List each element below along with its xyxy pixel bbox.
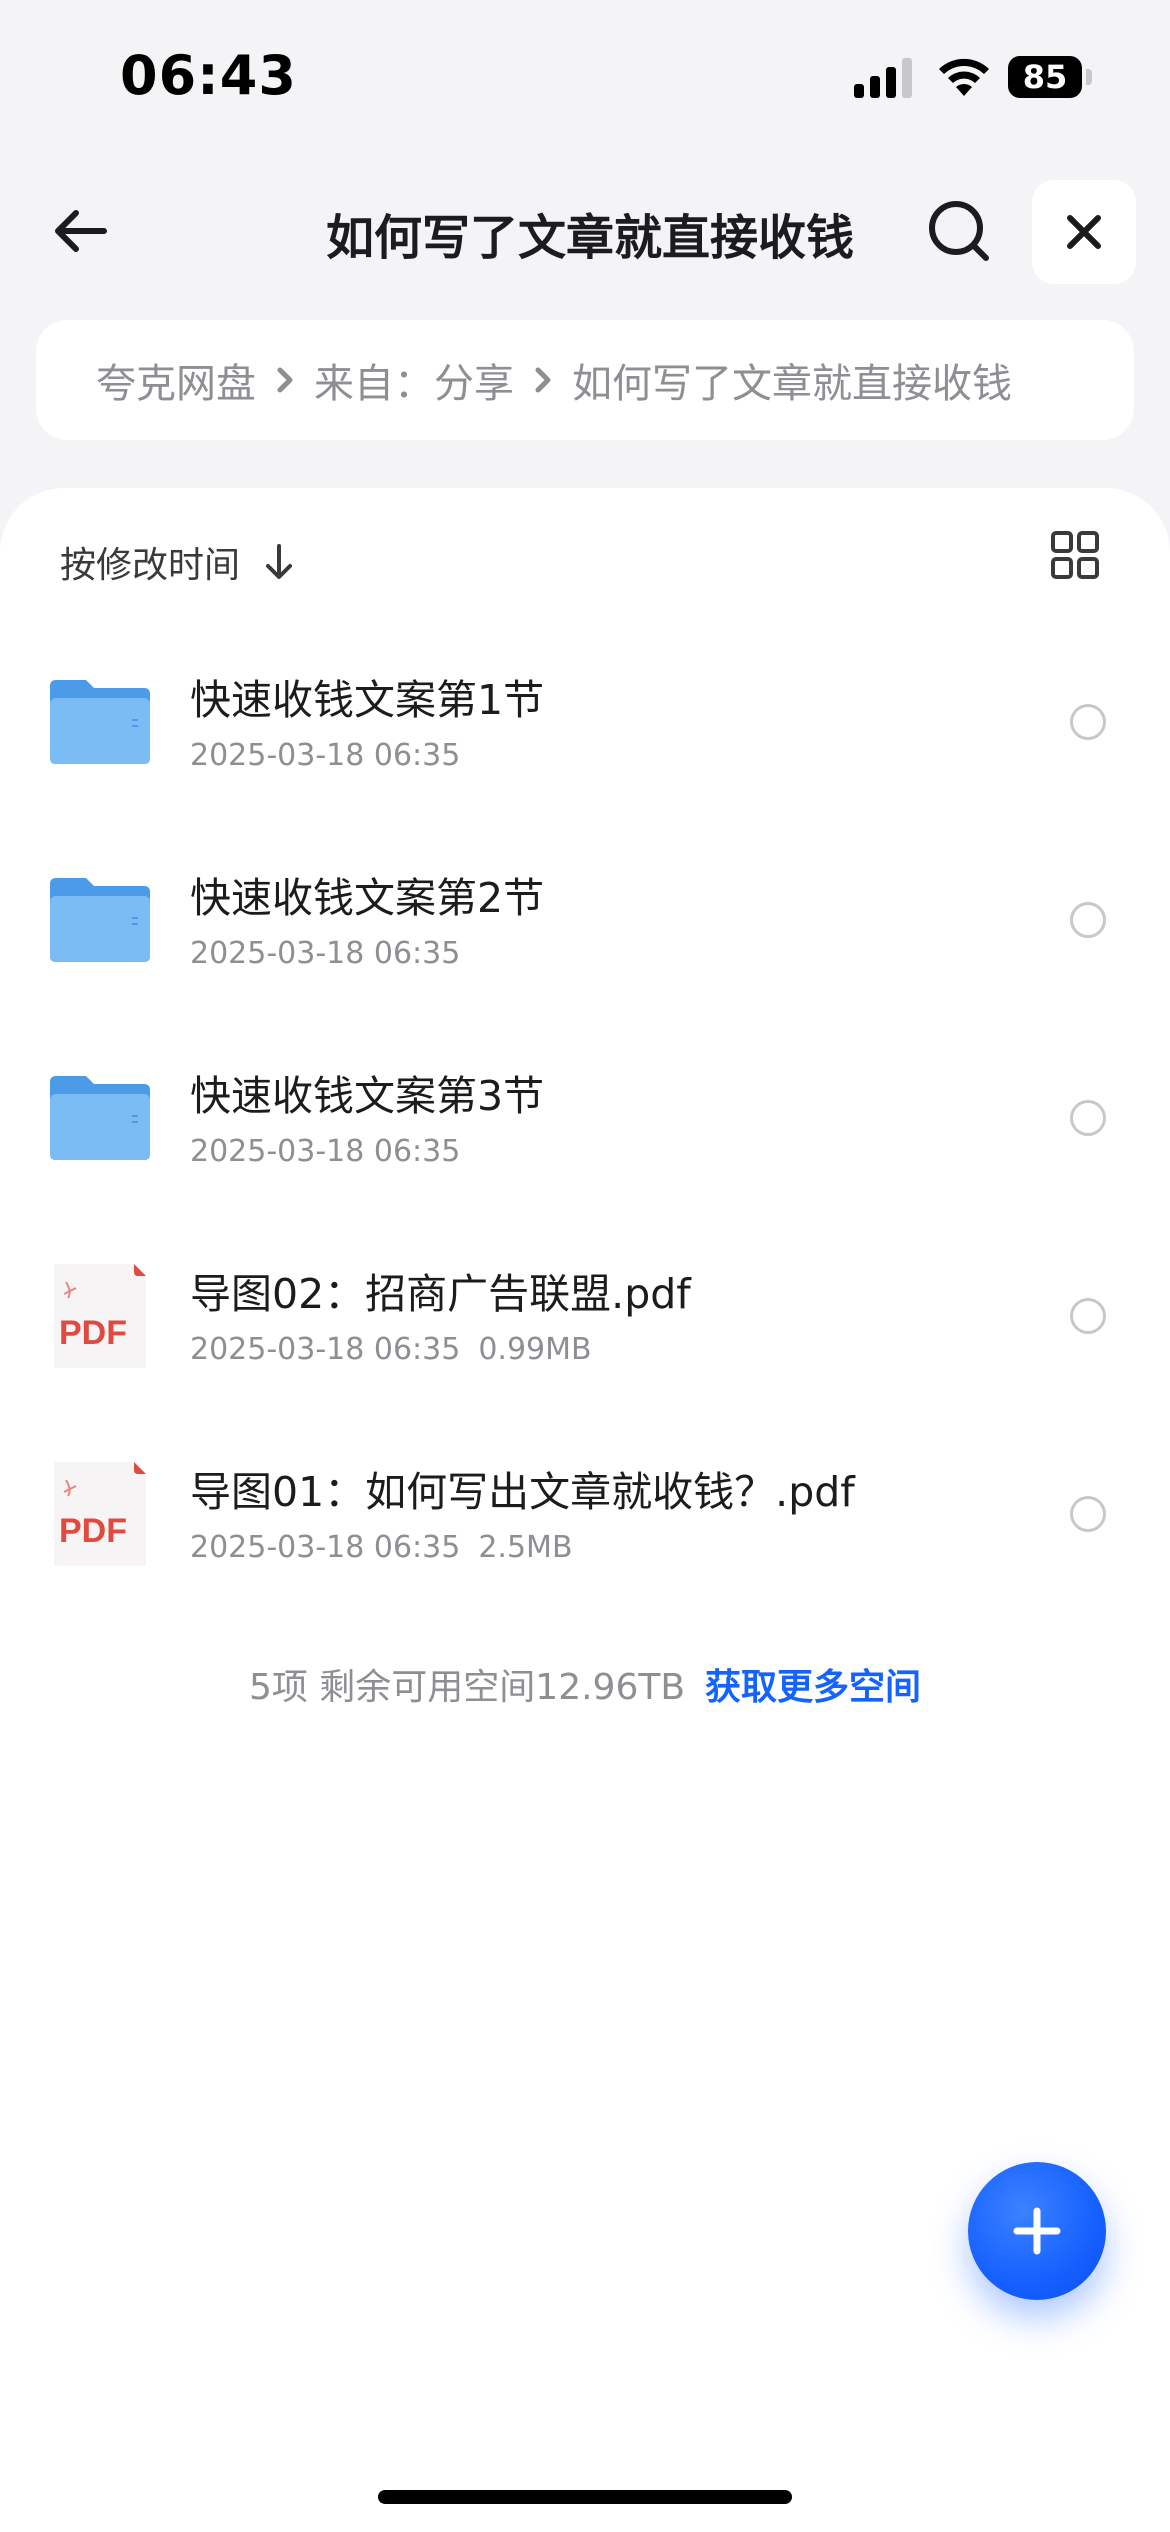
file-date: 2025-03-18 06:35 bbox=[190, 1332, 461, 1367]
select-radio[interactable] bbox=[1070, 704, 1106, 740]
file-name: 导图01：如何写出文章就收钱？.pdf bbox=[190, 1468, 855, 1516]
battery-level: 85 bbox=[1008, 56, 1082, 98]
file-date: 2025-03-18 06:35 bbox=[190, 1530, 461, 1565]
pdf-label: PDF bbox=[59, 1512, 127, 1550]
grid-view-icon[interactable] bbox=[1050, 530, 1100, 580]
status-time: 06:43 bbox=[120, 44, 297, 107]
file-row[interactable]: PDF 导图02：招商广告联盟.pdf 2025-03-18 06:35 0.99… bbox=[0, 1230, 1170, 1428]
nav-bar: 如何写了文章就直接收钱 bbox=[0, 170, 1170, 290]
breadcrumb-item-share[interactable]: 来自：分享 bbox=[314, 351, 514, 409]
file-size: 0.99MB bbox=[478, 1332, 592, 1367]
folder-icon bbox=[50, 680, 150, 764]
breadcrumb: 夸克网盘 来自：分享 如何写了文章就直接收钱 bbox=[36, 320, 1134, 440]
file-date: 2025-03-18 06:35 bbox=[190, 1134, 461, 1169]
sort-label: 按修改时间 bbox=[60, 545, 241, 586]
battery-cap bbox=[1086, 69, 1092, 85]
file-size: 2.5MB bbox=[478, 1530, 573, 1565]
search-icon[interactable] bbox=[924, 196, 994, 266]
chevron-right-icon bbox=[535, 367, 551, 393]
file-row[interactable]: 快速收钱文案第3节 2025-03-18 06:35 bbox=[0, 1032, 1170, 1230]
arrow-left-icon[interactable] bbox=[46, 196, 116, 266]
status-bar: 06:43 85 bbox=[0, 0, 1170, 150]
storage-summary-text: 5项 剩余可用空间12.96TB bbox=[248, 1667, 686, 1708]
file-meta: 2025-03-18 06:35 bbox=[190, 738, 460, 773]
file-name: 快速收钱文案第1节 bbox=[190, 676, 545, 724]
select-radio[interactable] bbox=[1070, 1298, 1106, 1334]
breadcrumb-item-root[interactable]: 夸克网盘 bbox=[96, 351, 256, 409]
folder-icon bbox=[50, 1076, 150, 1160]
add-button[interactable] bbox=[968, 2162, 1106, 2300]
battery-icon: 85 bbox=[1008, 56, 1092, 98]
file-name: 快速收钱文案第2节 bbox=[190, 874, 545, 922]
chevron-right-icon bbox=[277, 367, 293, 393]
get-more-space-link[interactable]: 获取更多空间 bbox=[705, 1667, 921, 1708]
file-name: 快速收钱文案第3节 bbox=[190, 1072, 545, 1120]
select-radio[interactable] bbox=[1070, 1496, 1106, 1532]
file-meta: 2025-03-18 06:35 0.99MB bbox=[190, 1332, 592, 1367]
file-date: 2025-03-18 06:35 bbox=[190, 936, 461, 971]
file-name: 导图02：招商广告联盟.pdf bbox=[190, 1270, 691, 1318]
breadcrumb-item-current: 如何写了文章就直接收钱 bbox=[572, 361, 1012, 407]
close-button[interactable] bbox=[1032, 180, 1136, 284]
pdf-file-icon: PDF bbox=[54, 1462, 146, 1566]
file-meta: 2025-03-18 06:35 2.5MB bbox=[190, 1530, 573, 1565]
pdf-file-icon: PDF bbox=[54, 1264, 146, 1368]
cellular-signal-icon bbox=[854, 58, 912, 98]
select-radio[interactable] bbox=[1070, 1100, 1106, 1136]
plus-icon bbox=[1013, 2207, 1061, 2255]
file-row[interactable]: PDF 导图01：如何写出文章就收钱？.pdf 2025-03-18 06:35… bbox=[0, 1428, 1170, 1626]
close-icon bbox=[1067, 215, 1101, 249]
file-row[interactable]: 快速收钱文案第1节 2025-03-18 06:35 bbox=[0, 636, 1170, 834]
file-meta: 2025-03-18 06:35 bbox=[190, 1134, 460, 1169]
storage-summary: 5项 剩余可用空间12.96TB 获取更多空间 bbox=[0, 1658, 1170, 1710]
select-radio[interactable] bbox=[1070, 902, 1106, 938]
arrow-down-icon bbox=[266, 544, 293, 579]
file-meta: 2025-03-18 06:35 bbox=[190, 936, 460, 971]
file-list: 快速收钱文案第1节 2025-03-18 06:35 快速收钱文案第2节 202… bbox=[0, 636, 1170, 1626]
sort-button[interactable]: 按修改时间 bbox=[60, 532, 296, 592]
file-date: 2025-03-18 06:35 bbox=[190, 738, 461, 773]
home-indicator bbox=[378, 2490, 792, 2504]
folder-icon bbox=[50, 878, 150, 962]
file-row[interactable]: 快速收钱文案第2节 2025-03-18 06:35 bbox=[0, 834, 1170, 1032]
pdf-label: PDF bbox=[59, 1314, 127, 1352]
page-title: 如何写了文章就直接收钱 bbox=[325, 210, 854, 266]
wifi-icon bbox=[939, 58, 989, 96]
